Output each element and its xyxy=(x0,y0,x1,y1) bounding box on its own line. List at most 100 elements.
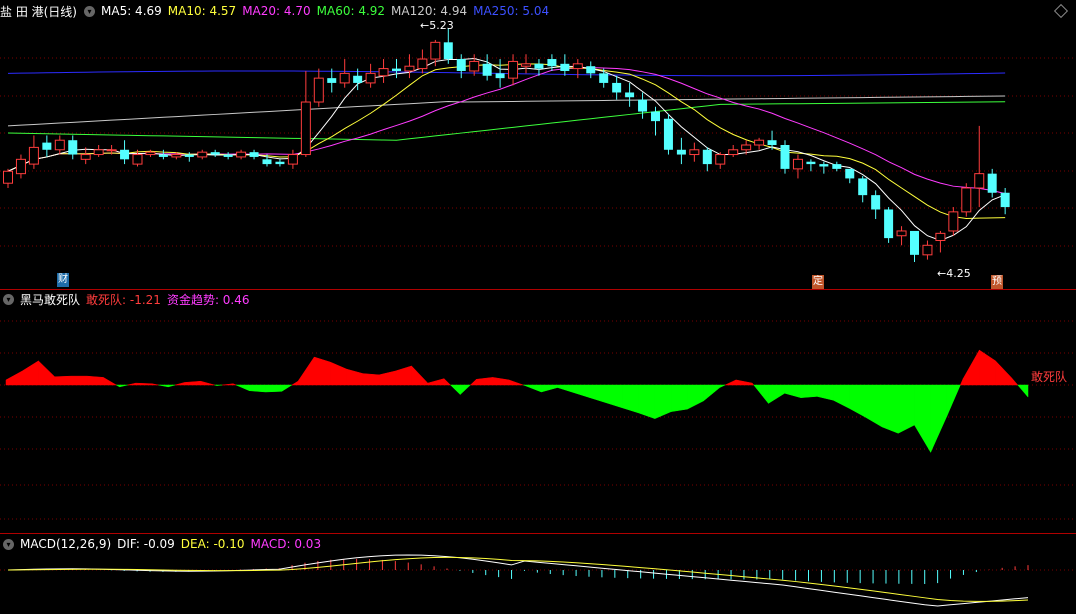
candle-down xyxy=(392,68,401,71)
candle-down xyxy=(42,142,52,150)
candle-down xyxy=(120,149,130,160)
indicator-segment xyxy=(200,380,215,386)
candle-up xyxy=(935,232,946,242)
candle-down xyxy=(832,164,842,169)
candle-down xyxy=(910,230,919,255)
candle-up xyxy=(28,146,39,165)
candle-down xyxy=(456,59,466,71)
indicator-segment xyxy=(362,373,380,386)
candle-down xyxy=(560,63,570,71)
candle-down xyxy=(262,159,272,165)
candle-up xyxy=(171,154,182,158)
indicator-segment xyxy=(735,379,753,386)
candle-down xyxy=(210,152,220,155)
candle-up xyxy=(15,158,26,175)
indicator-segment xyxy=(184,380,201,386)
indicator-segment xyxy=(175,382,185,386)
indicator-segment xyxy=(589,384,607,404)
indicator-segment xyxy=(5,370,23,386)
candle-down xyxy=(845,168,855,179)
candle-up xyxy=(145,151,156,156)
candle-up xyxy=(961,187,972,213)
candle-up xyxy=(339,72,350,84)
indicator-segment xyxy=(959,378,964,386)
candle-down xyxy=(275,161,285,165)
indicator-segment xyxy=(115,384,120,388)
indicator-segment xyxy=(443,378,452,386)
indicator-segment xyxy=(249,384,266,393)
indicator-segment xyxy=(768,384,785,404)
low-price-label: ←4.25 xyxy=(937,267,971,280)
indicator-chart[interactable] xyxy=(0,290,1076,534)
candle-down xyxy=(884,209,894,239)
candle-up xyxy=(3,170,13,184)
candle-down xyxy=(625,92,635,98)
candle-up xyxy=(521,63,531,67)
indicator-segment xyxy=(962,349,980,386)
indicator-segment xyxy=(291,380,299,386)
indicator-segment xyxy=(449,384,461,396)
candle-down xyxy=(547,59,557,67)
candle-up xyxy=(313,77,324,103)
indicator-segment xyxy=(541,384,558,393)
candle-up xyxy=(80,154,91,160)
candle-down xyxy=(68,140,78,155)
candle-up xyxy=(417,58,428,70)
indicator-segment xyxy=(21,360,39,386)
macd-chart[interactable] xyxy=(0,534,1076,614)
candle-down xyxy=(638,99,648,112)
indicator-segment xyxy=(127,382,137,386)
event-marker-fixed[interactable]: 定 xyxy=(812,275,824,289)
indicator-segment xyxy=(476,377,493,386)
candle-up xyxy=(93,149,104,156)
indicator-segment xyxy=(427,378,445,386)
event-marker-financial[interactable]: 财 xyxy=(57,273,69,287)
candle-down xyxy=(871,195,881,210)
ma250-line xyxy=(7,70,1006,77)
candle-down xyxy=(702,149,712,165)
dif-line xyxy=(7,554,1029,607)
candle-down xyxy=(663,118,673,150)
indicator-segment xyxy=(849,384,867,418)
candle-down xyxy=(987,173,997,193)
candle-up xyxy=(896,230,907,237)
candle-up xyxy=(792,158,803,170)
indicator-segment xyxy=(378,370,396,386)
candle-down xyxy=(819,164,829,167)
indicator-segment xyxy=(816,384,834,401)
candle-up xyxy=(236,151,247,158)
indicator-segment xyxy=(86,375,104,386)
indicator-segment xyxy=(38,360,55,386)
indicator-segment xyxy=(930,384,948,453)
candle-down xyxy=(767,140,777,145)
low-price-value: 4.25 xyxy=(946,267,971,280)
ma120-line xyxy=(7,95,1006,127)
candle-up xyxy=(715,154,726,165)
indicator-segment xyxy=(265,384,283,393)
indicator-segment xyxy=(753,384,769,405)
indicator-segment xyxy=(313,356,331,386)
candle-down xyxy=(612,82,622,93)
kline-chart[interactable] xyxy=(0,0,1076,290)
candle-up xyxy=(300,101,311,156)
indicator-segment xyxy=(214,384,218,386)
indicator-segment xyxy=(135,382,153,386)
ma20-line xyxy=(7,67,1006,195)
candle-up xyxy=(689,149,700,156)
indicator-segment xyxy=(1017,384,1029,398)
indicator-segment xyxy=(103,376,118,386)
indicator-segment xyxy=(151,383,159,386)
event-marker-forecast[interactable]: 预 xyxy=(991,275,1003,289)
indicator-segment xyxy=(670,384,688,412)
candle-down xyxy=(353,75,363,83)
ma60-line xyxy=(7,101,1006,141)
candle-down xyxy=(184,154,194,157)
indicator-segment xyxy=(54,375,72,386)
candle-down xyxy=(651,111,660,122)
indicator-segment xyxy=(167,384,176,388)
candle-down xyxy=(780,145,790,169)
candle-up xyxy=(469,60,480,72)
indicator-segment xyxy=(638,384,656,420)
indicator-segment xyxy=(995,360,1013,386)
indicator-segment xyxy=(979,349,996,386)
